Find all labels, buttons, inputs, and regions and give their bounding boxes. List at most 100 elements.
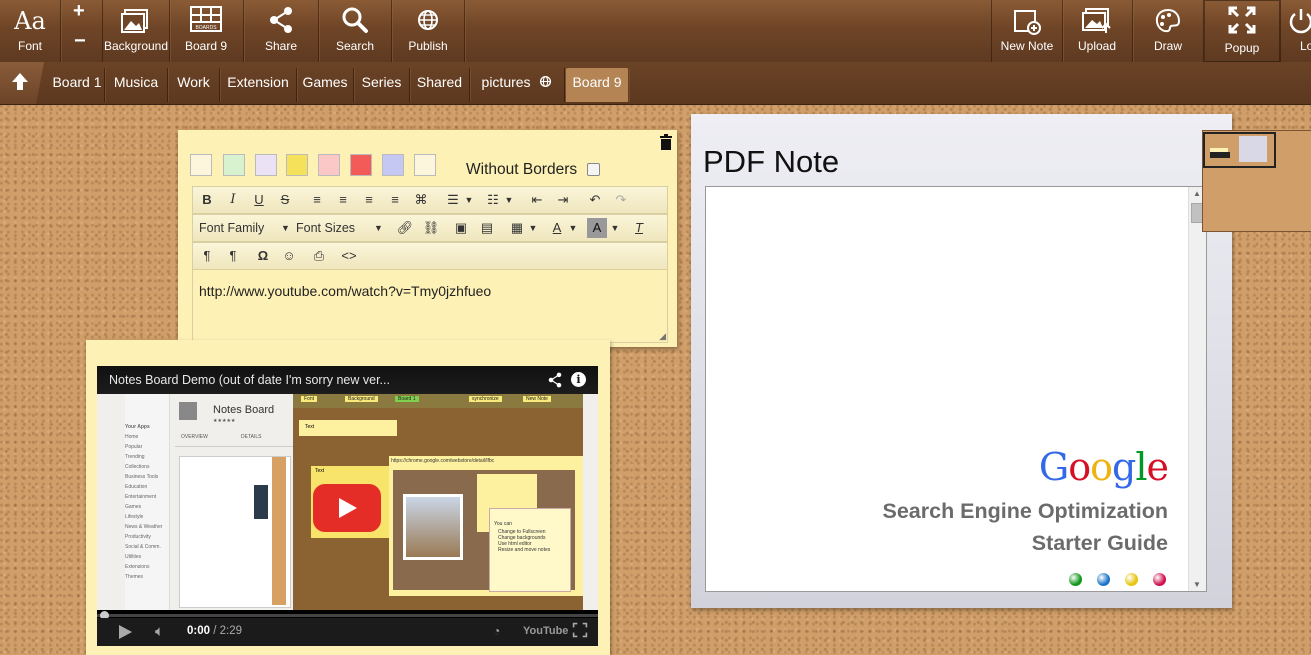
video-title[interactable]: Notes Board Demo (out of date I'm sorry …	[109, 373, 390, 387]
align-left-button[interactable]: ≡	[307, 190, 327, 210]
increase-font-button[interactable]: +	[73, 0, 85, 23]
background-color-button[interactable]: A	[587, 218, 607, 238]
tab-extension[interactable]: Extension	[220, 68, 297, 102]
logout-label: Lo	[1300, 39, 1311, 53]
link-icon[interactable]: 🔗︎	[395, 218, 415, 238]
tab-board-9[interactable]: Board 9	[566, 68, 629, 102]
ltr-icon[interactable]: ¶	[197, 246, 217, 266]
share-label: Share	[264, 39, 298, 53]
board-button[interactable]: BOARDS Board 9	[169, 0, 244, 62]
thumb-nav-item: Social & Comm.	[125, 544, 161, 550]
fullscreen-icon[interactable]	[572, 622, 588, 638]
logout-button[interactable]: Lo	[1281, 0, 1311, 62]
search-button[interactable]: Search	[319, 0, 392, 62]
without-borders-checkbox[interactable]	[587, 163, 600, 176]
color-swatch[interactable]	[255, 154, 277, 176]
info-icon[interactable]: i	[571, 372, 586, 387]
draw-button[interactable]: Draw	[1133, 0, 1204, 62]
color-swatch[interactable]	[318, 154, 340, 176]
board-minimap[interactable]	[1202, 130, 1311, 232]
popup-button[interactable]: Popup	[1204, 0, 1281, 62]
background-button[interactable]: Background	[102, 0, 170, 62]
resize-handle-icon[interactable]: ◢	[659, 331, 666, 342]
new-note-button[interactable]: New Note	[991, 0, 1063, 62]
scroll-up-icon[interactable]: ▲	[1193, 189, 1201, 198]
video-note[interactable]: Your Apps Home Popular Trending Collections…	[86, 340, 610, 655]
pdf-viewer[interactable]: Google Search Engine Optimization Starte…	[705, 186, 1207, 592]
align-center-button[interactable]: ≡	[333, 190, 353, 210]
align-right-button[interactable]: ≡	[359, 190, 379, 210]
editor-note[interactable]: Without Borders B I U S ≡ ≡ ≡ ≡ ⌘ ☰ ▼ ☷ …	[178, 130, 677, 347]
tab-work[interactable]: Work	[168, 68, 220, 102]
outdent-button[interactable]: ⇤	[527, 190, 547, 210]
trash-icon[interactable]	[659, 134, 673, 150]
print-icon[interactable]: ⎙	[309, 246, 329, 266]
youtube-play-button[interactable]	[313, 484, 381, 532]
thumb-nav-item: Trending	[125, 454, 145, 460]
chevron-down-icon: ▼	[281, 223, 290, 233]
font-button[interactable]: Aa Font	[0, 0, 61, 62]
upload-button[interactable]: Upload	[1062, 0, 1133, 62]
color-swatch[interactable]	[190, 154, 212, 176]
color-swatch[interactable]	[350, 154, 372, 176]
chevron-down-icon[interactable]: ▼	[499, 190, 519, 210]
note-content-editor[interactable]: http://www.youtube.com/watch?v=Tmy0jzhfu…	[192, 270, 668, 343]
tab-board-1[interactable]: Board 1	[50, 68, 105, 102]
clear-format-button[interactable]: T	[629, 218, 649, 238]
indent-button[interactable]: ⇥	[553, 190, 573, 210]
chevron-down-icon[interactable]: ▼	[523, 218, 543, 238]
insert-image-icon[interactable]: ▣	[451, 218, 471, 238]
font-size-select[interactable]: Font Sizes ▼	[296, 218, 384, 238]
justify-button[interactable]: ≡	[385, 190, 405, 210]
color-swatch[interactable]	[414, 154, 436, 176]
chevron-down-icon[interactable]: ▼	[459, 190, 479, 210]
redo-icon[interactable]: ↷	[611, 190, 631, 210]
thumb-screenshot	[179, 456, 291, 608]
tab-pictures[interactable]: pictures	[470, 68, 565, 102]
main-toolbar: Aa Font + − Background BOARDS Board 9 Sh…	[0, 0, 1311, 63]
video-progress-bar[interactable]	[97, 611, 598, 620]
volume-icon[interactable]: 🔈︎	[155, 623, 164, 640]
strikethrough-button[interactable]: S	[275, 190, 295, 210]
publish-button[interactable]: Publish	[392, 0, 465, 62]
undo-icon[interactable]: ↶	[585, 190, 605, 210]
underline-button[interactable]: U	[249, 190, 269, 210]
binoculars-icon[interactable]: ⌘	[411, 190, 431, 210]
insert-media-icon[interactable]: ▤	[477, 218, 497, 238]
share-icon[interactable]	[547, 372, 563, 388]
rtl-icon[interactable]: ¶	[223, 246, 243, 266]
video-controls: 🔈︎ 0:00 / 2:29 ◔ YouTube	[97, 618, 598, 646]
chevron-down-icon[interactable]: ▼	[563, 218, 583, 238]
google-logo: Google	[1039, 445, 1169, 489]
source-code-icon[interactable]: <>	[339, 246, 359, 266]
tab-musica[interactable]: Musica	[105, 68, 168, 102]
font-family-select[interactable]: Font Family ▼	[199, 218, 290, 238]
tab-games[interactable]: Games	[297, 68, 354, 102]
youtube-logo[interactable]: YouTube	[523, 625, 568, 637]
special-char-icon[interactable]: Ω	[253, 246, 273, 266]
play-icon[interactable]	[119, 625, 132, 639]
color-swatch[interactable]	[223, 154, 245, 176]
tab-series[interactable]: Series	[354, 68, 410, 102]
italic-button[interactable]: I	[223, 190, 243, 210]
pdf-scrollbar[interactable]: ▲ ▼	[1188, 187, 1206, 591]
color-swatch[interactable]	[382, 154, 404, 176]
unlink-icon[interactable]: ⛓︎	[421, 218, 441, 238]
color-swatch[interactable]	[286, 154, 308, 176]
chevron-down-icon[interactable]: ▼	[605, 218, 625, 238]
tab-shared[interactable]: Shared	[410, 68, 470, 102]
pdf-note[interactable]: PDF Note Google Search Engine Optimizati…	[691, 114, 1232, 608]
decrease-font-button[interactable]: −	[74, 30, 86, 53]
thumb-note-1: Text	[299, 420, 397, 436]
emoticon-icon[interactable]: ☺	[279, 246, 299, 266]
scroll-down-icon[interactable]: ▼	[1193, 580, 1201, 589]
youtube-player[interactable]: Your Apps Home Popular Trending Collections…	[97, 366, 598, 646]
minimap-viewport[interactable]	[1203, 132, 1276, 168]
share-button[interactable]: Share	[244, 0, 319, 62]
bold-button[interactable]: B	[197, 190, 217, 210]
up-button[interactable]	[0, 62, 44, 104]
watch-later-icon[interactable]: ◔	[493, 624, 500, 638]
thumb-mini-image	[254, 485, 268, 519]
draw-label: Draw	[1153, 39, 1182, 53]
video-thumbnail: Your Apps Home Popular Trending Collections…	[97, 394, 598, 610]
